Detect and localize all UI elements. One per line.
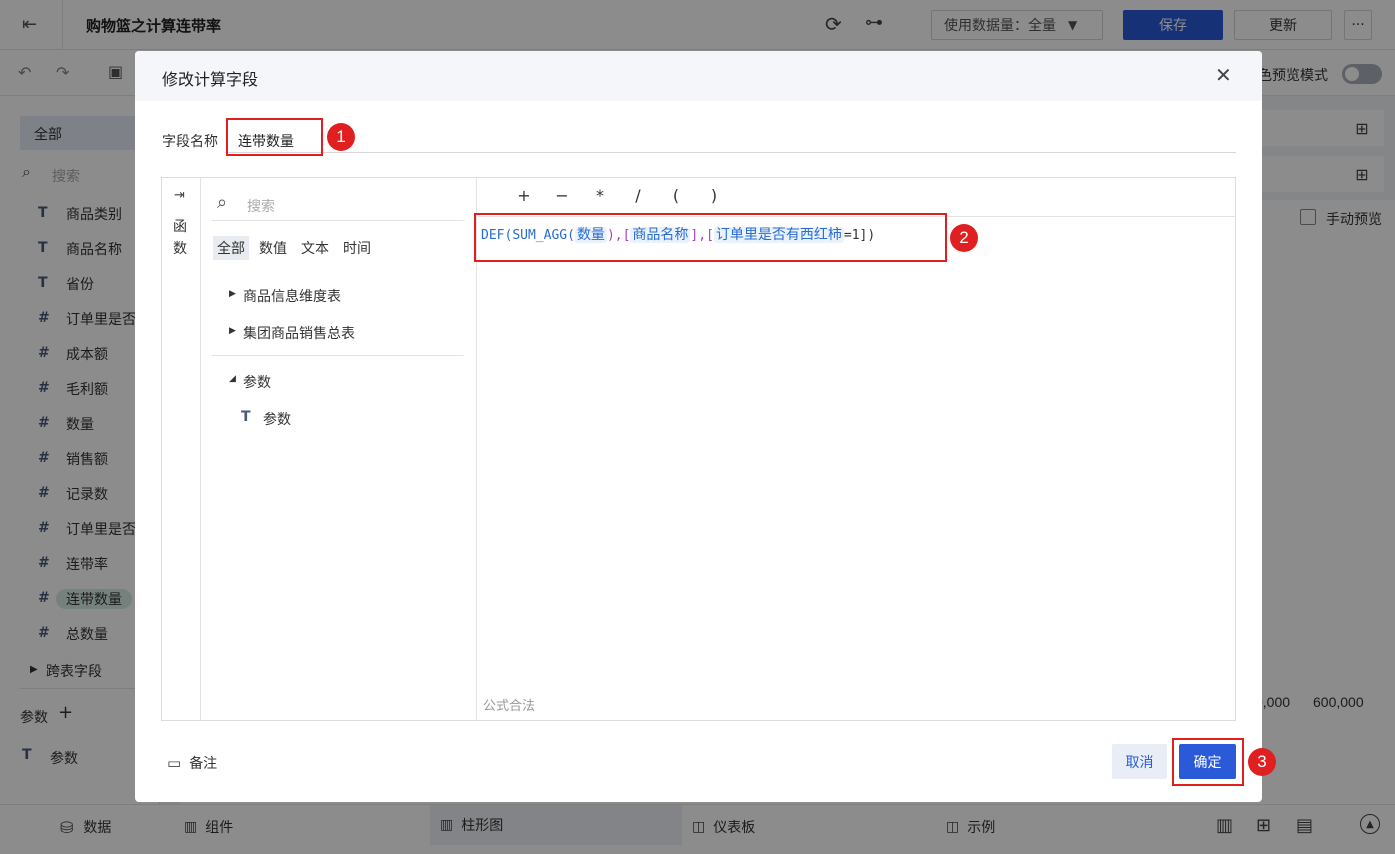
operator-multiply[interactable]: *: [581, 186, 619, 205]
caret-down-icon[interactable]: ◢: [229, 374, 236, 384]
function-search-input[interactable]: 搜索: [247, 196, 275, 216]
filter-tab-time[interactable]: 时间: [339, 236, 375, 260]
search-icon: ⌕: [217, 192, 228, 213]
expand-icon[interactable]: ⇥: [174, 188, 185, 203]
cancel-button[interactable]: 取消: [1112, 744, 1167, 779]
function-browser: ⌕ 搜索 全部 数值 文本 时间 ▶ 商品信息维度表 ▶ 集团商品销售总表 ◢ …: [201, 178, 477, 720]
filter-tab-text[interactable]: 文本: [297, 236, 333, 260]
function-tab-label: 函数: [173, 219, 187, 257]
remark-button[interactable]: ▭ 备注: [167, 753, 217, 773]
operator-open-paren[interactable]: (: [657, 186, 695, 205]
annotation-badge-1: 1: [327, 123, 355, 151]
annotation-box-2: [474, 213, 947, 262]
operator-minus[interactable]: −: [543, 186, 581, 205]
operator-close-paren[interactable]: ): [695, 186, 733, 205]
filter-tab-number[interactable]: 数值: [255, 236, 291, 260]
formula-status: 公式合法: [483, 699, 536, 714]
function-side-tab[interactable]: ⇥ 函数: [162, 178, 201, 720]
field-name-label: 字段名称: [162, 134, 218, 150]
close-icon[interactable]: ✕: [1215, 63, 1232, 87]
filter-tab-all[interactable]: 全部: [213, 236, 249, 260]
annotation-badge-3: 3: [1248, 748, 1276, 776]
operator-divide[interactable]: /: [619, 186, 657, 205]
operator-plus[interactable]: +: [505, 186, 543, 205]
operator-bar: + − * / ( ): [505, 186, 733, 205]
annotation-badge-2: 2: [950, 224, 978, 252]
tree-item-sales-table[interactable]: 集团商品销售总表: [243, 323, 355, 343]
annotation-box-1: [226, 118, 323, 156]
comment-icon: ▭: [167, 754, 182, 772]
edit-calc-field-dialog: 修改计算字段 ✕ 字段名称 连带数量 1 ⇥ 函数 ⌕ 搜索 全部 数值 文本 …: [135, 51, 1276, 802]
caret-right-icon[interactable]: ▶: [229, 289, 236, 299]
annotation-box-3: [1172, 738, 1244, 786]
dialog-title: 修改计算字段: [162, 70, 259, 89]
param-icon: T: [241, 409, 251, 425]
tree-group-params[interactable]: 参数: [243, 372, 271, 392]
caret-right-icon[interactable]: ▶: [229, 326, 236, 336]
tree-item-param[interactable]: 参数: [263, 409, 291, 429]
function-filter-tabs: 全部 数值 文本 时间: [213, 236, 381, 260]
dialog-header: 修改计算字段 ✕: [135, 51, 1262, 101]
tree-item-dim-table[interactable]: 商品信息维度表: [243, 286, 341, 306]
